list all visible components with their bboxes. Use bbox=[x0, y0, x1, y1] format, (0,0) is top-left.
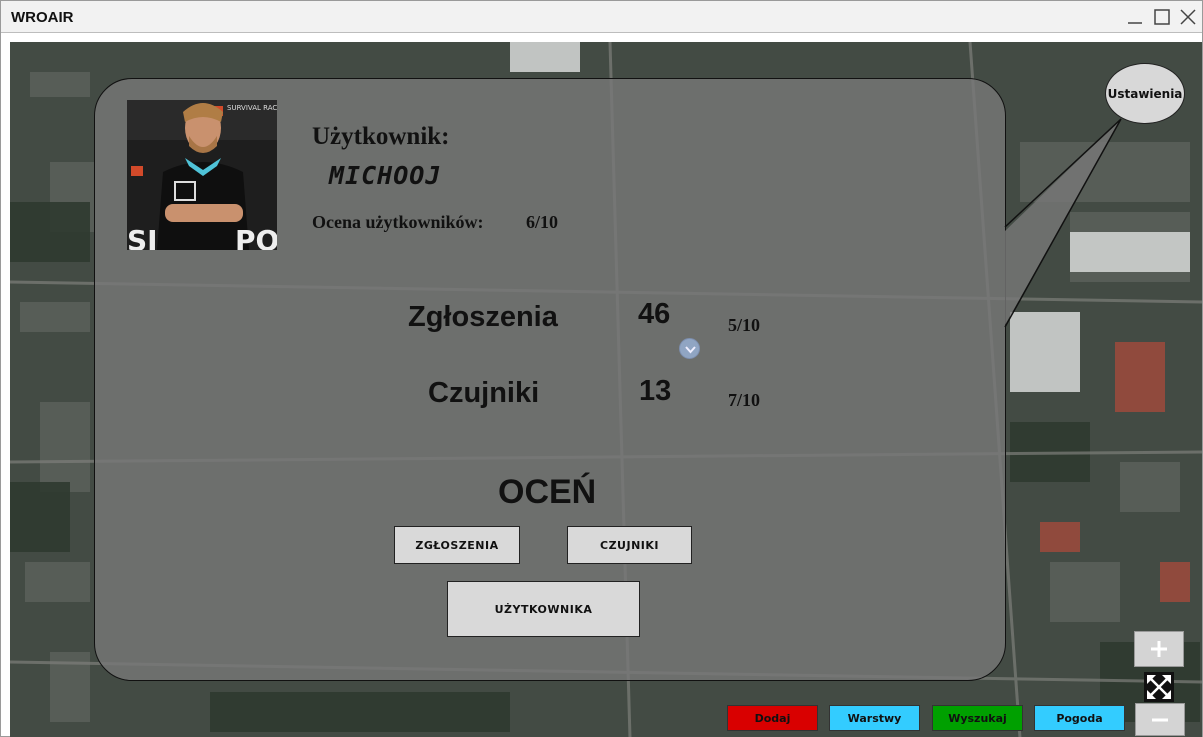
add-button-label: Dodaj bbox=[754, 711, 791, 725]
zoom-in-icon bbox=[1151, 641, 1167, 657]
user-rating-label: Ocena użytkowników: bbox=[312, 212, 484, 232]
maximize-icon[interactable] bbox=[1152, 7, 1172, 27]
user-avatar: SURVIVAL RACE SI POI bbox=[127, 100, 277, 250]
avatar-text-top: SURVIVAL RACE bbox=[227, 104, 277, 112]
minimize-icon[interactable] bbox=[1125, 7, 1145, 27]
zoom-out-icon bbox=[1152, 718, 1168, 721]
rate-reports-button[interactable]: ZGŁOSZENIA bbox=[394, 526, 520, 564]
add-button[interactable]: Dodaj bbox=[727, 705, 818, 731]
weather-button-label: Pogoda bbox=[1056, 711, 1103, 725]
username: MICHOOJ bbox=[329, 161, 442, 190]
avatar-text-bottom-right: POI bbox=[235, 224, 277, 250]
search-button[interactable]: Wyszukaj bbox=[932, 705, 1023, 731]
stat-reports-score: 5/10 bbox=[728, 315, 761, 335]
rate-sensors-button[interactable]: CZUJNIKI bbox=[567, 526, 692, 564]
user-rating-value: 6/10 bbox=[526, 212, 559, 232]
rate-user-button[interactable]: UŻYTKOWNIKA bbox=[447, 581, 640, 637]
user-label: Użytkownik: bbox=[312, 123, 450, 150]
zoom-out-button[interactable] bbox=[1135, 703, 1185, 736]
map-center-marker[interactable] bbox=[679, 338, 700, 359]
settings-button[interactable]: Ustawienia bbox=[1105, 63, 1185, 124]
title-bar: WROAIR bbox=[1, 1, 1202, 33]
rate-title: OCEŃ bbox=[498, 473, 597, 511]
stat-sensors-name: Czujniki bbox=[428, 377, 540, 409]
layers-button-label: Warstwy bbox=[847, 711, 902, 725]
stat-reports-count: 46 bbox=[638, 298, 671, 330]
stat-reports-name: Zgłoszenia bbox=[408, 301, 558, 333]
layers-button[interactable]: Warstwy bbox=[829, 705, 920, 731]
fullscreen-button[interactable] bbox=[1144, 672, 1174, 702]
stat-sensors-count: 13 bbox=[639, 375, 672, 407]
search-button-label: Wyszukaj bbox=[948, 711, 1007, 725]
window-title: WROAIR bbox=[11, 9, 74, 26]
close-icon[interactable] bbox=[1178, 7, 1198, 27]
weather-button[interactable]: Pogoda bbox=[1034, 705, 1125, 731]
stat-sensors-score: 7/10 bbox=[728, 390, 761, 410]
zoom-in-button[interactable] bbox=[1134, 631, 1184, 667]
app-window: WROAIR SURVIVAL RACE SI PO Użytkownik: M… bbox=[0, 0, 1203, 737]
avatar-text-bottom: SI bbox=[127, 224, 158, 250]
fullscreen-icon bbox=[1144, 672, 1174, 702]
